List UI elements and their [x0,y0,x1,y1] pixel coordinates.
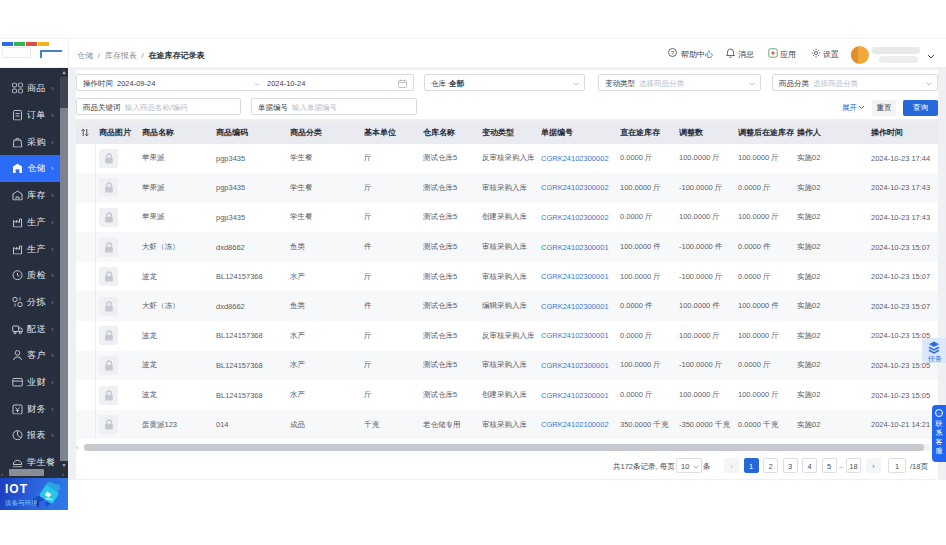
svg-text:?: ? [671,50,675,56]
